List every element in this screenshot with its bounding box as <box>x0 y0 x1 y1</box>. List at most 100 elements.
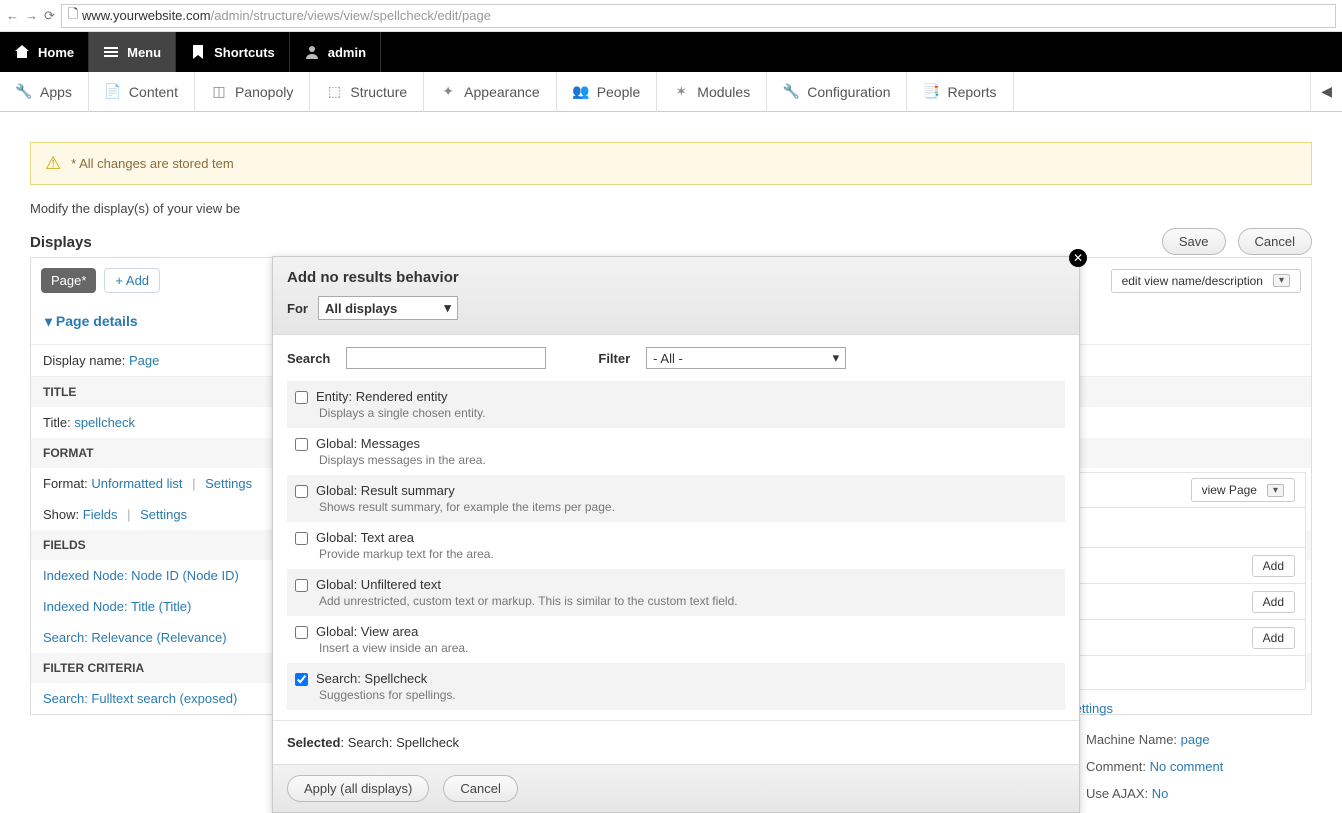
apply-button[interactable]: Apply (all displays) <box>287 775 429 802</box>
option-desc: Insert a view inside an area. <box>319 641 1057 655</box>
wrench2-icon: 🔧 <box>783 84 799 100</box>
option-checkbox[interactable] <box>295 626 308 639</box>
add-button-2[interactable]: Add <box>1252 591 1295 613</box>
for-select[interactable]: All displays ▾ <box>318 296 458 320</box>
option-title: Global: Messages <box>316 436 420 451</box>
filter-select[interactable]: - All - ▾ <box>646 347 846 369</box>
behavior-option[interactable]: Global: View areaInsert a view inside an… <box>287 616 1065 663</box>
user-icon <box>304 44 320 60</box>
field-relevance[interactable]: Search: Relevance (Relevance) <box>43 630 227 645</box>
selected-label: Selected <box>287 735 340 750</box>
option-desc: Shows result summary, for example the it… <box>319 500 1057 514</box>
selected-value: Search: Spellcheck <box>348 735 459 750</box>
document-icon: 📄 <box>105 84 121 100</box>
menu-icon <box>103 44 119 60</box>
panopoly-icon: ◫ <box>211 84 227 100</box>
option-title: Global: Unfiltered text <box>316 577 441 592</box>
home-icon <box>14 44 30 60</box>
field-nodeid[interactable]: Indexed Node: Node ID (Node ID) <box>43 568 239 583</box>
chevron-down-icon: ▾ <box>1273 274 1290 287</box>
chevron-down-icon: ▾ <box>444 300 451 316</box>
machine-name[interactable]: page <box>1181 732 1210 747</box>
option-title: Search: Spellcheck <box>316 671 427 686</box>
behavior-option[interactable]: Global: Unfiltered text Add unrestricted,… <box>287 569 1065 616</box>
back-icon[interactable]: ← <box>6 8 19 23</box>
search-label: Search <box>287 351 330 366</box>
behavior-option[interactable]: Entity: Rendered entityDisplays a single… <box>287 381 1065 428</box>
admin-toolbar: Home Menu Shortcuts admin <box>0 32 1342 72</box>
edit-view-name[interactable]: edit view name/description ▾ <box>1111 269 1301 293</box>
behavior-option[interactable]: Search: Spellcheck Suggestions for spelli… <box>287 663 1065 710</box>
field-title[interactable]: Indexed Node: Title (Title) <box>43 599 191 614</box>
format-link[interactable]: Unformatted list <box>91 476 182 491</box>
option-desc: Provide markup text for the area. <box>319 547 1057 561</box>
collapse-toggle[interactable]: ◀ <box>1310 72 1342 112</box>
search-input[interactable] <box>346 347 546 369</box>
view-page-button[interactable]: view Page ▾ <box>1191 478 1295 502</box>
option-checkbox[interactable] <box>295 532 308 545</box>
option-desc: Displays messages in the area. <box>319 453 1057 467</box>
option-checkbox[interactable] <box>295 673 308 686</box>
reports-link[interactable]: 📑Reports <box>907 72 1013 112</box>
show-settings-link[interactable]: Settings <box>140 507 187 522</box>
configuration-link[interactable]: 🔧Configuration <box>767 72 907 112</box>
filter-fulltext[interactable]: Search: Fulltext search (exposed) <box>43 691 237 706</box>
structure-icon: ⬚ <box>326 84 342 100</box>
url-path: /admin/structure/views/view/spellcheck/e… <box>211 8 491 23</box>
option-checkbox[interactable] <box>295 485 308 498</box>
format-settings-link[interactable]: Settings <box>205 476 252 491</box>
modal-cancel-button[interactable]: Cancel <box>443 775 517 802</box>
display-name-value[interactable]: Page <box>129 353 159 368</box>
behavior-option[interactable]: Global: Text area Provide markup text for… <box>287 522 1065 569</box>
option-checkbox[interactable] <box>295 391 308 404</box>
cancel-button[interactable]: Cancel <box>1238 228 1312 255</box>
url-bar[interactable]: 🗋 www.yourwebsite.com /admin/structure/v… <box>61 4 1336 28</box>
show-fields-link[interactable]: Fields <box>83 507 118 522</box>
add-button-3[interactable]: Add <box>1252 627 1295 649</box>
modules-link[interactable]: ✶Modules <box>657 72 767 112</box>
option-title: Global: Text area <box>316 530 414 545</box>
modules-icon: ✶ <box>673 84 689 100</box>
panopoly-link[interactable]: ◫Panopoly <box>195 72 310 112</box>
comment-link[interactable]: No comment <box>1150 759 1224 774</box>
title-link[interactable]: spellcheck <box>74 415 135 430</box>
forward-icon[interactable]: → <box>25 8 38 23</box>
ajax-link[interactable]: No <box>1152 786 1169 801</box>
page-details-toggle[interactable]: ▾ Page details <box>45 313 138 329</box>
add-display-button[interactable]: + Add <box>104 268 160 293</box>
home-button[interactable]: Home <box>0 32 89 72</box>
option-checkbox[interactable] <box>295 579 308 592</box>
option-desc: Add unrestricted, custom text or markup.… <box>319 594 1057 608</box>
option-desc: Suggestions for spellings. <box>319 688 1057 702</box>
structure-link[interactable]: ⬚Structure <box>310 72 424 112</box>
chevron-down-icon: ▾ <box>1267 484 1284 497</box>
save-button[interactable]: Save <box>1162 228 1226 255</box>
option-title: Entity: Rendered entity <box>316 389 448 404</box>
filter-label: Filter <box>598 351 630 366</box>
behavior-option[interactable]: Global: Messages Displays messages in the… <box>287 428 1065 475</box>
reload-icon[interactable]: ⟳ <box>44 8 55 24</box>
url-host: www.yourwebsite.com <box>82 8 211 23</box>
unsaved-changes-notice: ⚠ * All changes are stored tem <box>30 142 1312 185</box>
content-link[interactable]: 📄Content <box>89 72 195 112</box>
user-button[interactable]: admin <box>290 32 381 72</box>
warning-icon: ⚠ <box>45 153 61 174</box>
appearance-link[interactable]: ✦Appearance <box>424 72 557 112</box>
displays-heading: Displays <box>30 234 1312 251</box>
behavior-option[interactable]: Global: Result summary Shows result summa… <box>287 475 1065 522</box>
option-checkbox[interactable] <box>295 438 308 451</box>
wrench-icon: 🔧 <box>16 84 32 100</box>
display-name-label: Display name: <box>43 353 125 368</box>
apps-link[interactable]: 🔧Apps <box>0 72 89 112</box>
option-title: Global: Result summary <box>316 483 455 498</box>
close-icon[interactable]: ✕ <box>1069 249 1087 267</box>
add-behavior-dialog: ✕ Add no results behavior For All displa… <box>272 256 1080 813</box>
people-link[interactable]: 👥People <box>557 72 658 112</box>
shortcuts-button[interactable]: Shortcuts <box>176 32 290 72</box>
menu-button[interactable]: Menu <box>89 32 176 72</box>
browser-bar: ← → ⟳ 🗋 www.yourwebsite.com /admin/struc… <box>0 0 1342 32</box>
for-label: For <box>287 301 308 316</box>
intro-text: Modify the display(s) of your view be <box>30 201 1312 216</box>
tab-page[interactable]: Page* <box>41 268 96 293</box>
add-button-1[interactable]: Add <box>1252 555 1295 577</box>
